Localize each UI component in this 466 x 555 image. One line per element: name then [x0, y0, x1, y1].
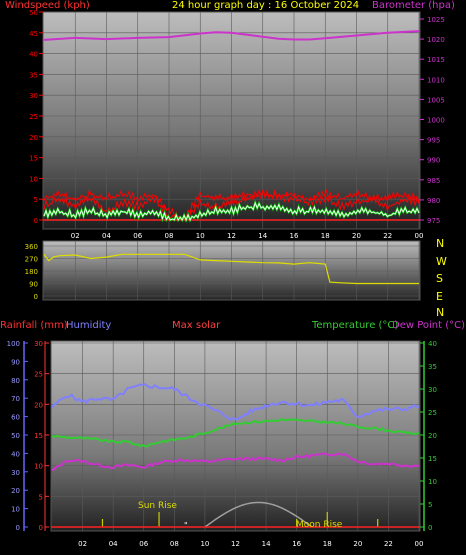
- x-tick-label: 00: [415, 540, 424, 548]
- temperature-tick-label: 40: [428, 340, 437, 348]
- wind-tick-label: 10: [29, 175, 38, 183]
- wind-axis-title: Windspeed (kph): [5, 0, 90, 11]
- barometer-tick-label: 1020: [427, 36, 445, 44]
- rainfall-tick-label: 15: [34, 432, 43, 440]
- x-tick-label: 04: [102, 232, 111, 240]
- humidity-tick-label: 0: [16, 524, 20, 532]
- x-tick-label: 20: [352, 232, 361, 240]
- direction-tick-label: 180: [25, 268, 38, 276]
- rainfall-tick-label: 10: [34, 463, 43, 471]
- barometer-tick-label: 980: [427, 197, 440, 205]
- x-tick-label: 18: [323, 540, 332, 548]
- x-tick-label: 20: [353, 540, 362, 548]
- dewpoint-axis-title: Dew Point (°C): [392, 320, 466, 331]
- max-solar-title: Max solar: [172, 320, 221, 331]
- barometer-tick-label: 1005: [427, 96, 445, 104]
- x-tick-label: 16: [290, 232, 299, 240]
- x-tick-label: 04: [109, 540, 118, 548]
- humidity-tick-label: 10: [11, 506, 20, 514]
- rainfall-tick-label: 30: [34, 340, 43, 348]
- barometer-tick-label: 1000: [427, 117, 445, 125]
- x-tick-label: 22: [383, 232, 392, 240]
- temperature-tick-label: 35: [428, 363, 437, 371]
- wind-tick-label: 20: [29, 134, 38, 142]
- x-tick-label: 12: [231, 540, 240, 548]
- wind-tick-label: 30: [29, 92, 38, 100]
- compass-label: W: [436, 255, 447, 268]
- rainfall-axis-title: Rainfall (mm): [0, 320, 68, 331]
- rainfall-tick-label: 5: [39, 493, 43, 501]
- temperature-tick-label: 30: [428, 386, 437, 394]
- x-tick-label: 10: [196, 232, 205, 240]
- rainfall-tick-label: 25: [34, 371, 43, 379]
- temperature-tick-label: 25: [428, 409, 437, 417]
- compass-label: S: [436, 272, 443, 285]
- barometer-axis-ticks: 975 980 985 990 995 1000 1005 1010 1015 1020 1025: [420, 16, 445, 225]
- barometer-tick-label: 1025: [427, 16, 445, 24]
- compass-label: N: [436, 237, 445, 250]
- temperature-tick-label: 0: [428, 524, 432, 532]
- humidity-tick-label: 40: [11, 450, 20, 458]
- x-tick-label: 08: [170, 540, 179, 548]
- barometer-tick-label: 1010: [427, 76, 445, 84]
- humidity-tick-label: 70: [11, 395, 20, 403]
- humidity-tick-label: 30: [11, 469, 20, 477]
- humidity-tick-label: 50: [11, 432, 20, 440]
- wind-tick-label: 45: [29, 30, 38, 38]
- barometer-tick-label: 995: [427, 137, 440, 145]
- humidity-axis-title: Humidity: [66, 320, 112, 331]
- temperature-tick-label: 10: [428, 478, 437, 486]
- x-tick-label: 14: [262, 540, 271, 548]
- x-tick-label: 02: [71, 232, 80, 240]
- humidity-tick-label: 60: [11, 414, 20, 422]
- compass-label: N: [436, 306, 445, 319]
- wind-tick-label: 15: [29, 155, 38, 163]
- wind-tick-label: 5: [34, 196, 38, 204]
- x-tick-label: 00: [415, 232, 424, 240]
- x-tick-label: 14: [258, 232, 267, 240]
- marker-dot-label: ": [184, 521, 188, 530]
- top-x-axis-ticks: 02 04 06 08 10 12 14 16 18 20 22 00: [71, 232, 424, 240]
- x-tick-label: 12: [227, 232, 236, 240]
- x-tick-label: 08: [165, 232, 174, 240]
- direction-tick-label: 90: [29, 281, 38, 289]
- wind-axis-ticks: 05101520253035404550: [29, 9, 43, 225]
- barometer-axis-title: Barometer (hpa): [372, 0, 455, 11]
- direction-tick-label: 360: [25, 243, 38, 251]
- direction-axis-ticks: 0 90 180 270 360: [25, 243, 38, 301]
- humidity-tick-label: 90: [11, 358, 20, 366]
- x-tick-label: 18: [321, 232, 330, 240]
- barometer-tick-label: 1015: [427, 56, 445, 64]
- chart-title: 24 hour graph day : 16 October 2024: [172, 0, 360, 11]
- humidity-tick-label: 80: [11, 377, 20, 385]
- x-tick-label: 06: [139, 540, 148, 548]
- sunrise-label: Sun Rise: [138, 501, 177, 511]
- wind-tick-label: 40: [29, 51, 38, 59]
- wind-tick-label: 25: [29, 113, 38, 121]
- temperature-tick-label: 5: [428, 501, 432, 509]
- x-tick-label: 22: [384, 540, 393, 548]
- temperature-tick-label: 20: [428, 432, 437, 440]
- x-tick-label: 16: [292, 540, 301, 548]
- barometer-tick-label: 985: [427, 177, 440, 185]
- rainfall-tick-label: 0: [39, 524, 43, 532]
- rainfall-tick-label: 20: [34, 401, 43, 409]
- humidity-tick-label: 100: [7, 340, 20, 348]
- windspeed-barometer-chart: 05101520253035404550 9759809859909951000…: [7, 9, 445, 548]
- temperature-tick-label: 15: [428, 455, 437, 463]
- direction-tick-label: 0: [34, 293, 38, 301]
- moonrise-label: Moon Rise: [296, 520, 343, 530]
- direction-tick-label: 270: [25, 256, 38, 264]
- barometer-tick-label: 990: [427, 157, 440, 165]
- x-tick-label: 02: [78, 540, 87, 548]
- temperature-axis-title: Temperature (°C): [312, 320, 399, 331]
- humidity-tick-label: 20: [11, 487, 20, 495]
- x-tick-label: 06: [133, 232, 142, 240]
- wind-tick-label: 0: [34, 217, 38, 225]
- barometer-tick-label: 975: [427, 217, 440, 225]
- wind-tick-label: 35: [29, 71, 38, 79]
- x-tick-label: 10: [200, 540, 209, 548]
- compass-label: E: [436, 290, 443, 303]
